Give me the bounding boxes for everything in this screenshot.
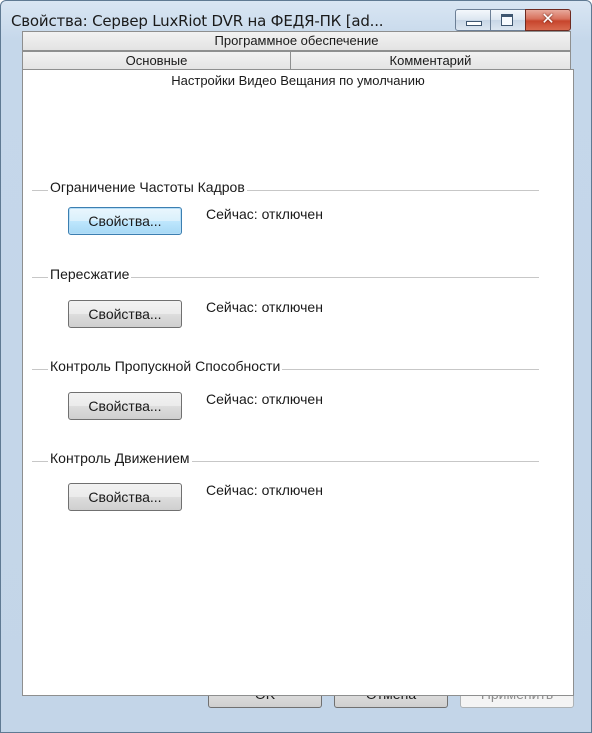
bandwidth-properties-button[interactable]: Свойства... [68,392,182,420]
motion-status: Сейчас: отключен [206,482,323,498]
group-label: Контроль Пропускной Способности [48,358,283,374]
recompression-status: Сейчас: отключен [206,299,323,315]
window-title: Свойства: Сервер LuxRiot DVR на ФЕДЯ-ПК … [11,12,384,30]
minimize-button[interactable] [455,9,491,31]
close-button[interactable]: ✕ [525,9,571,31]
frame-rate-properties-button[interactable]: Свойства... [68,207,182,235]
close-icon: ✕ [541,9,555,28]
tab-software[interactable]: Программное обеспечение [22,31,571,51]
group-label: Пересжатие [48,266,132,282]
tab-video-broadcast-defaults[interactable]: Настройки Видео Вещания по умолчанию [22,69,574,95]
motion-properties-button[interactable]: Свойства... [68,483,182,511]
tab-comment[interactable]: Комментарий [290,51,571,71]
maximize-button[interactable] [490,9,526,31]
frame-rate-status: Сейчас: отключен [206,206,323,222]
group-label: Ограничение Частоты Кадров [48,179,247,195]
tab-general[interactable]: Основные [22,51,291,71]
minimize-icon [466,21,482,26]
recompression-properties-button[interactable]: Свойства... [68,300,182,328]
properties-dialog: Свойства: Сервер LuxRiot DVR на ФЕДЯ-ПК … [0,0,592,733]
maximize-icon [501,14,513,26]
group-label: Контроль Движением [48,450,192,466]
bandwidth-status: Сейчас: отключен [206,391,323,407]
